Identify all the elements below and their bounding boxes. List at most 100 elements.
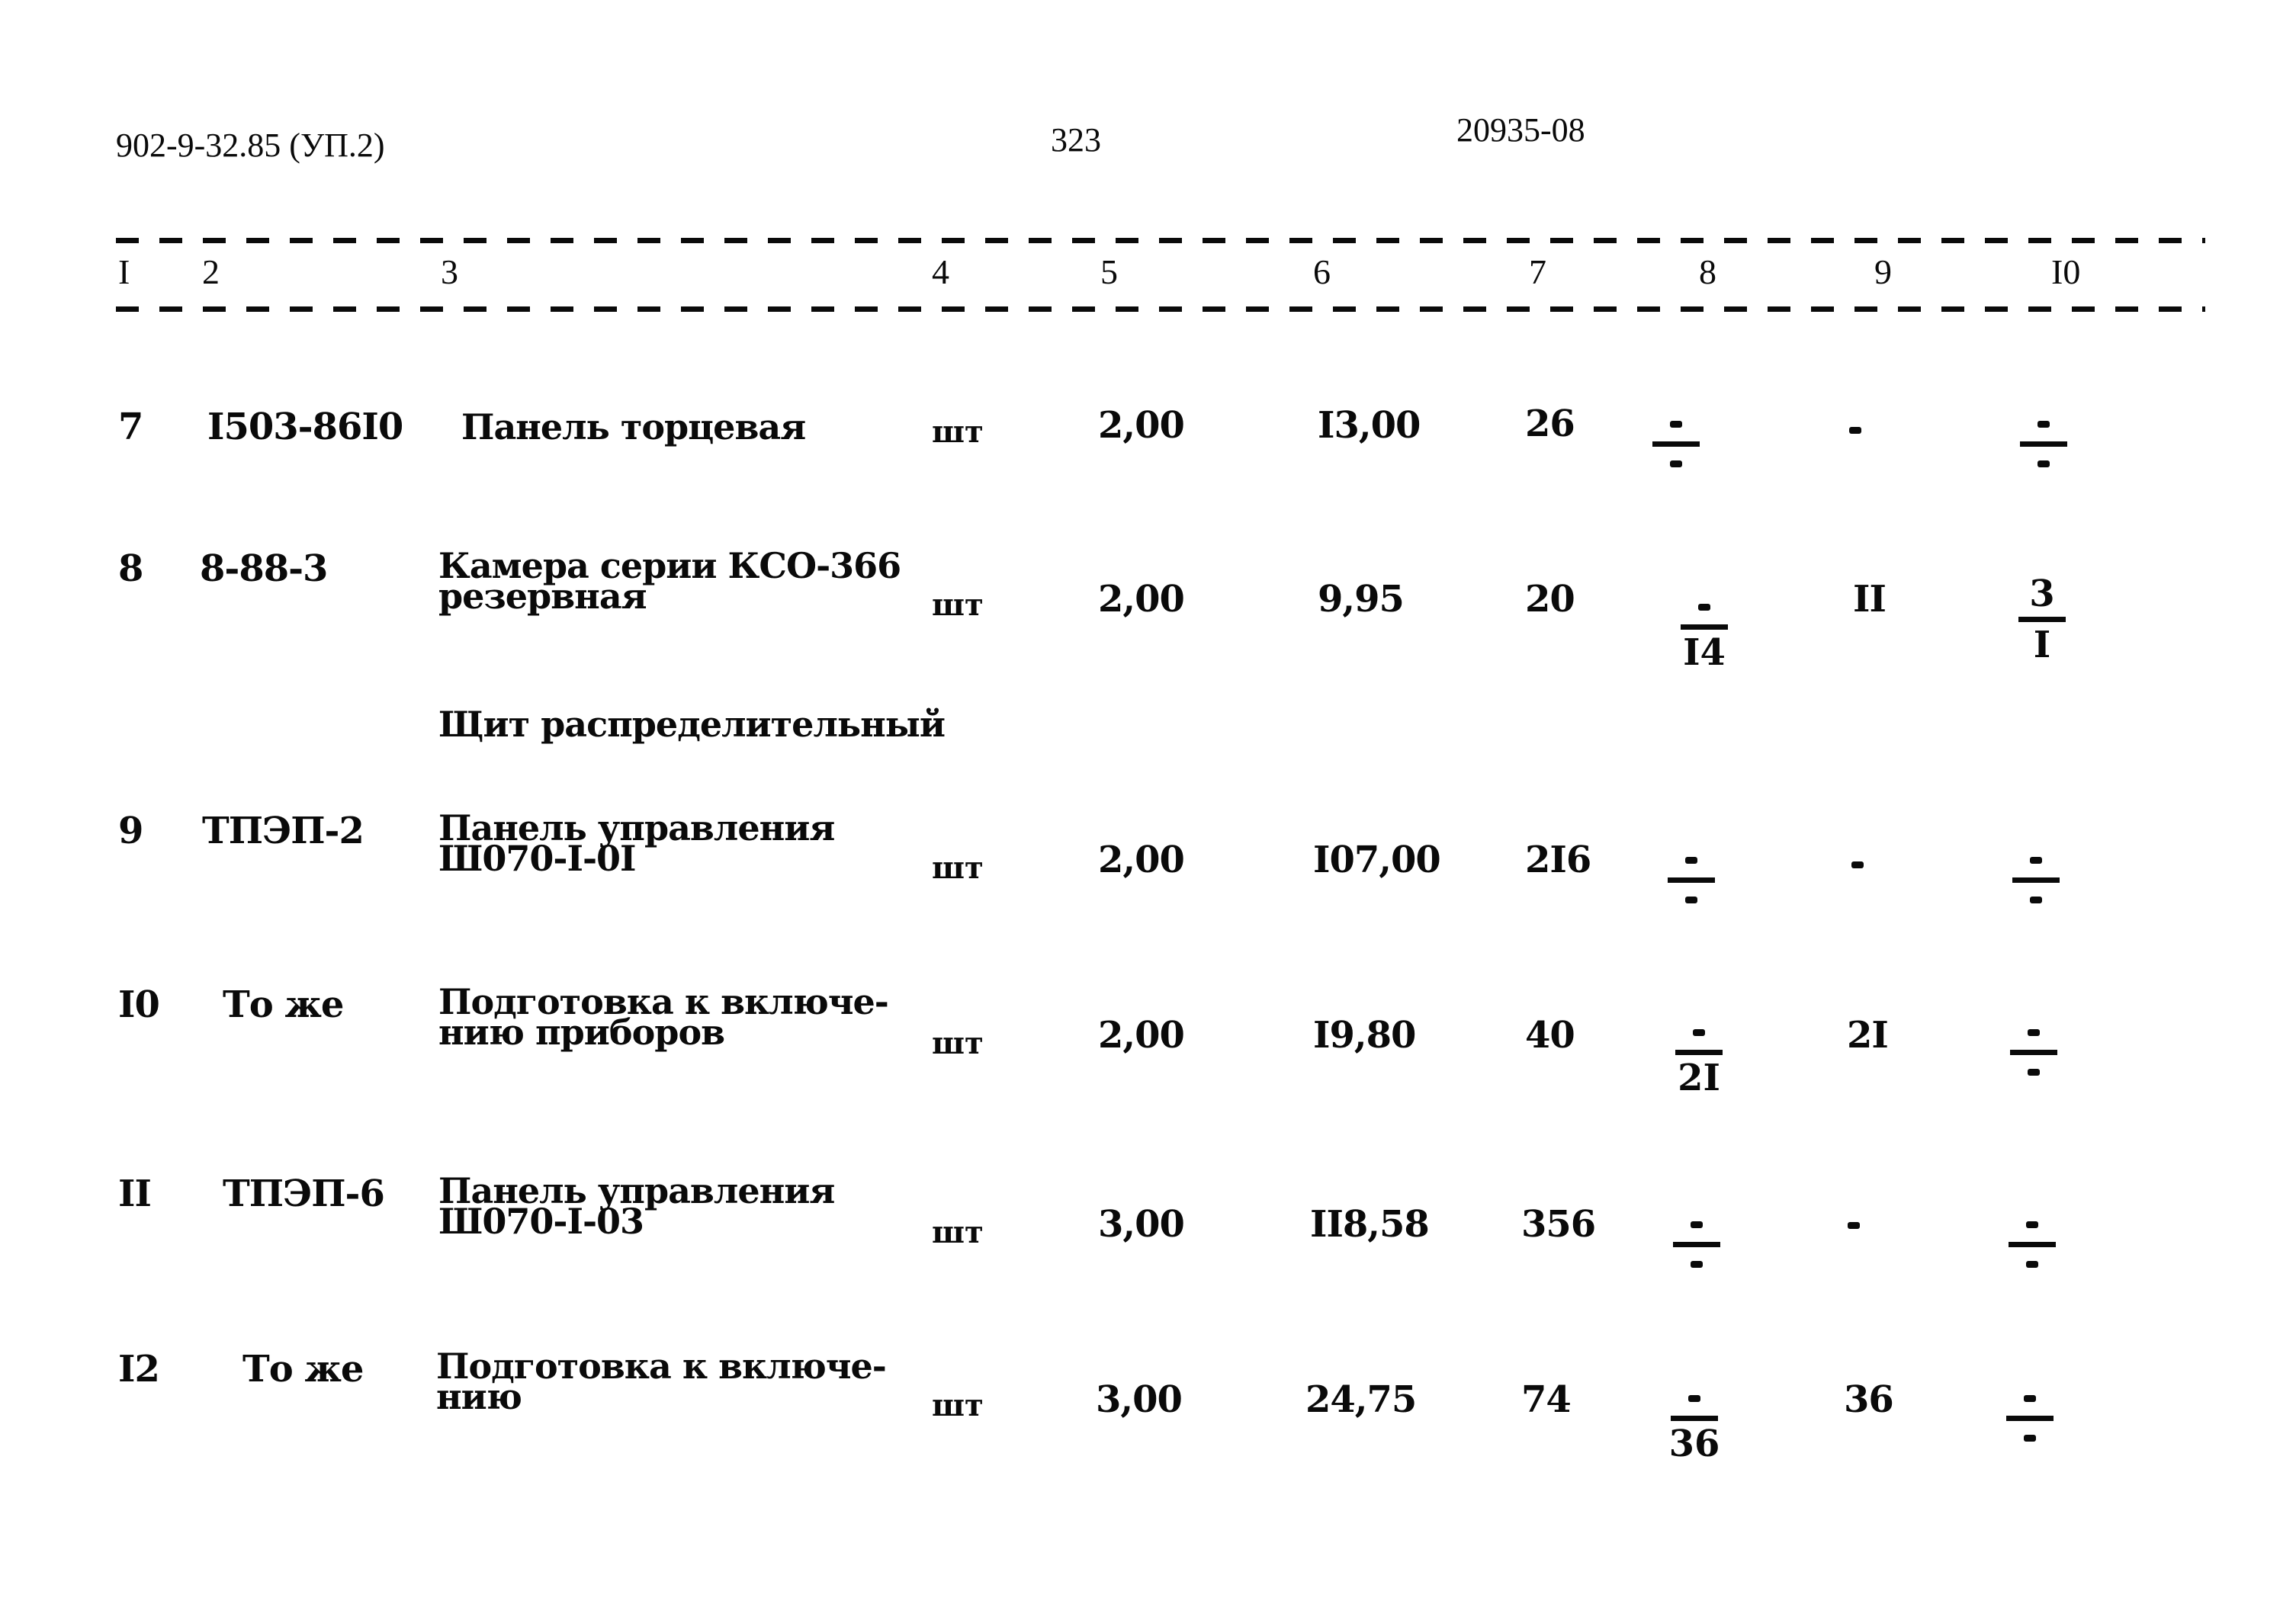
dash-mark (1670, 460, 1682, 467)
column-header-8: 8 (1699, 252, 1716, 291)
column-header-2: 2 (202, 252, 220, 291)
col8-fraction: 2I (1668, 1020, 1729, 1096)
row-total: 74 (1521, 1378, 1572, 1421)
fraction-bar (2009, 1242, 2056, 1247)
column-header-1: I (118, 252, 130, 291)
col9-value: 2I (1847, 1014, 1889, 1057)
fraction-denominator: 36 (1668, 1423, 1720, 1465)
row-total: 2I6 (1525, 839, 1591, 881)
row-unit-price: I3,00 (1318, 404, 1421, 447)
dash-mark (2037, 421, 2050, 428)
row-unit-price: 9,95 (1318, 578, 1405, 621)
inventory-number: 20935-08 (1456, 111, 1585, 149)
column-header-3: 3 (441, 252, 458, 291)
row-description: Панель торцевая (461, 406, 806, 448)
dash-mark (1698, 604, 1710, 611)
row-number: II (118, 1172, 152, 1215)
row-number: 7 (118, 406, 143, 448)
fraction-bar (2020, 441, 2067, 447)
column-header-5: 5 (1100, 252, 1118, 291)
col8-fraction (1661, 848, 1722, 913)
dash-mark (1691, 1221, 1703, 1228)
row-quantity: 3,00 (1096, 1378, 1183, 1421)
fraction-bar (2006, 1416, 2054, 1421)
dash-mark (2024, 1435, 2036, 1442)
dash-mark (2030, 897, 2042, 903)
col10-fraction (1999, 1386, 2060, 1451)
page-number: 323 (1051, 121, 1101, 159)
col8-fraction: 36 (1664, 1386, 1725, 1462)
col9-dash (1851, 861, 1864, 868)
row-quantity: 2,00 (1098, 1014, 1185, 1057)
dash-mark (2024, 1395, 2036, 1402)
row-unit-price: I9,80 (1313, 1014, 1416, 1057)
header-bottom-rule (116, 306, 2205, 312)
dash-mark (1693, 1029, 1705, 1036)
col9-value: 36 (1844, 1378, 1894, 1421)
row-number: I2 (118, 1348, 160, 1391)
row-number: 8 (118, 547, 143, 590)
row-total: 40 (1525, 1014, 1575, 1057)
col9-dash (1849, 427, 1861, 434)
column-header-9: 9 (1874, 252, 1892, 291)
row-unit: шт (932, 1025, 984, 1061)
fraction-bar (1668, 877, 1715, 883)
row-number: 9 (118, 810, 143, 852)
row-unit-price: II8,58 (1310, 1203, 1430, 1246)
row-description: Камера серии КСО-366 резервная (438, 548, 901, 614)
fraction-bar (1673, 1242, 1720, 1247)
document-code: 902-9-32.85 (УП.2) (116, 127, 385, 164)
row-quantity: 2,00 (1098, 404, 1185, 447)
row-quantity: 2,00 (1098, 839, 1185, 881)
row-unit: шт (932, 1387, 984, 1423)
section-title: Щит распределительный (438, 704, 946, 745)
row-code: 8-88-3 (200, 547, 328, 590)
dash-mark (2026, 1261, 2038, 1268)
col9-value: II (1853, 578, 1887, 621)
row-total: 20 (1525, 578, 1575, 621)
row-unit: шт (932, 850, 984, 886)
col10-fraction (2013, 412, 2074, 476)
col8-fraction (1646, 412, 1707, 476)
row-number: I0 (118, 983, 160, 1026)
dash-mark (1688, 1395, 1700, 1402)
dash-mark (1691, 1261, 1703, 1268)
column-header-4: 4 (932, 252, 949, 291)
dash-mark (2037, 460, 2050, 467)
col9-dash (1848, 1222, 1860, 1229)
fraction-bar (1681, 624, 1728, 630)
dash-mark (2026, 1221, 2038, 1228)
row-unit-price: I07,00 (1313, 839, 1441, 881)
row-code: ТПЭП-2 (202, 810, 364, 852)
dash-mark (2030, 857, 2042, 864)
row-quantity: 3,00 (1098, 1203, 1185, 1246)
dash-mark (2028, 1069, 2040, 1076)
dash-mark (1685, 897, 1697, 903)
fraction-bar (2018, 617, 2066, 622)
col10-fraction (2003, 1020, 2064, 1085)
row-code: То же (223, 983, 344, 1026)
fraction-bar (1675, 1050, 1723, 1055)
row-code: То же (242, 1348, 364, 1391)
col8-fraction (1666, 1212, 1727, 1277)
description-line: Панель торцевая (461, 406, 806, 448)
row-code: ТПЭП-6 (223, 1172, 385, 1215)
row-unit: шт (932, 587, 984, 623)
fraction-denominator: I4 (1683, 631, 1726, 674)
row-description: Подготовка к включе- нию (436, 1349, 887, 1414)
column-header-10: I0 (2051, 252, 2081, 291)
fraction-denominator: 2I (1678, 1057, 1720, 1099)
row-total: 356 (1521, 1203, 1596, 1246)
row-quantity: 2,00 (1098, 578, 1185, 621)
fraction-bar (1671, 1416, 1718, 1421)
fraction-bar (2010, 1050, 2057, 1055)
fraction-denominator: I (2033, 624, 2051, 666)
row-total: 26 (1525, 403, 1575, 445)
header-top-rule (116, 238, 2205, 243)
row-unit: шт (932, 414, 984, 450)
row-unit: шт (932, 1214, 984, 1250)
fraction-bar (2012, 877, 2060, 883)
column-header-7: 7 (1529, 252, 1546, 291)
row-description: Подготовка к включе- нию приборов (438, 984, 889, 1050)
column-header-6: 6 (1313, 252, 1331, 291)
